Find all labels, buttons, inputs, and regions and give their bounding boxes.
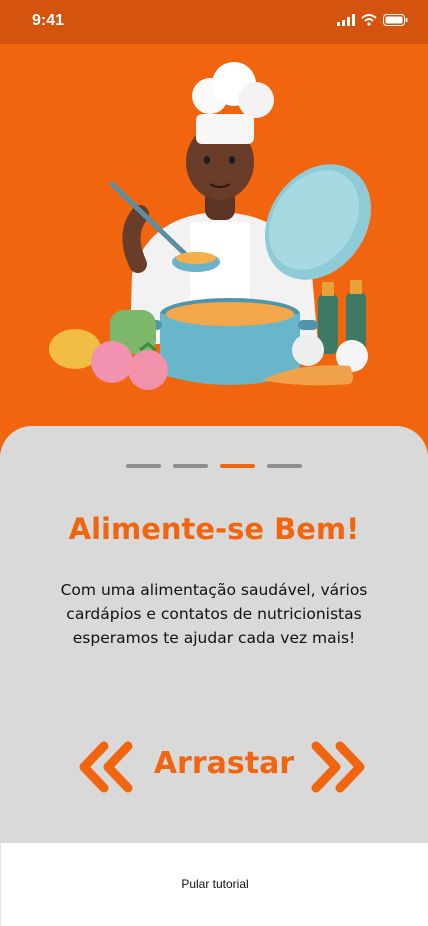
page-indicator [0,464,428,468]
status-bar: 9:41 [0,0,428,44]
page-dot-active [220,464,255,468]
footer: Pular tutorial [0,843,428,926]
hero-banner [0,44,428,464]
skip-tutorial-link[interactable]: Pular tutorial [1,877,428,891]
page-dot [173,464,208,468]
battery-icon [383,14,408,26]
wifi-icon [361,14,377,26]
onboarding-description: Com uma alimentação saudável, vários car… [60,581,368,647]
double-chevron-left-icon[interactable] [76,740,136,794]
chef-cooking-illustration [49,62,372,390]
onboarding-title: Alimente-se Bem! [68,512,360,546]
onboarding-card: Alimente-se Bem! Com uma alimentação sau… [0,426,428,846]
swipe-label: Arrastar [153,746,295,781]
double-chevron-right-icon[interactable] [308,740,368,794]
status-time: 9:41 [32,12,65,29]
signal-icon [337,14,355,26]
swipe-control[interactable]: Arrastar [0,740,428,794]
page-dot [126,464,161,468]
page-dot [267,464,302,468]
status-icons [337,14,408,26]
